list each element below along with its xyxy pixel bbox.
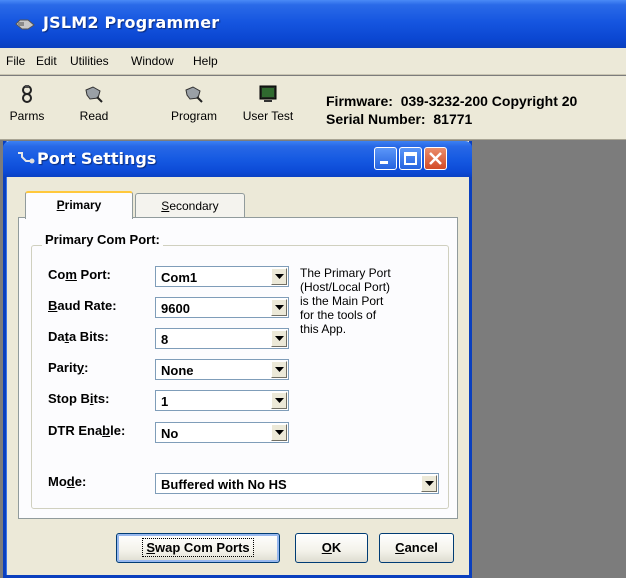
mode-dropdown-button[interactable] <box>421 475 437 492</box>
parity-label: Parity: <box>48 360 89 375</box>
group-title: Primary Com Port: <box>42 232 163 247</box>
parms-label: Parms <box>9 109 45 123</box>
read-button[interactable]: Read <box>74 80 114 136</box>
data-bits-label: Data Bits: <box>48 329 109 344</box>
read-label: Read <box>79 109 109 123</box>
user-test-label: User Test <box>242 109 294 123</box>
program-label: Program <box>170 109 217 123</box>
chevron-down-icon <box>275 367 284 372</box>
menu-edit[interactable]: Edit <box>36 54 57 68</box>
minimize-icon <box>380 161 388 164</box>
cancel-button[interactable]: Cancel <box>379 533 454 563</box>
dialog-title: Port Settings <box>37 149 157 168</box>
firmware-value: 039-3232-200 Copyright 20 <box>400 93 578 109</box>
firmware-label: Firmware: <box>326 93 393 109</box>
parms-button[interactable]: Parms <box>2 80 52 136</box>
dtr-enable-dropdown-button[interactable] <box>271 424 287 441</box>
help-line: this App. <box>300 322 347 336</box>
help-line: for the tools of <box>300 308 377 322</box>
stop-bits-select[interactable]: 1 <box>155 390 289 411</box>
swap-com-ports-button[interactable]: Swap Com Ports <box>116 533 280 563</box>
parity-select[interactable]: None <box>155 359 289 380</box>
serial-value: 81771 <box>433 111 473 127</box>
menu-utilities[interactable]: Utilities <box>70 54 109 68</box>
chevron-down-icon <box>275 274 284 279</box>
app-titlebar[interactable]: JSLM2 Programmer <box>0 0 626 48</box>
mode-value: Buffered with No HS <box>161 477 287 492</box>
chevron-down-icon <box>275 430 284 435</box>
help-line: The Primary Port <box>300 266 391 280</box>
baud-rate-value: 9600 <box>161 301 190 316</box>
chevron-down-icon <box>425 481 434 486</box>
com-port-dropdown-button[interactable] <box>271 268 287 285</box>
menu-bar: File Edit Utilities Window Help <box>0 48 626 75</box>
port-settings-icon <box>18 152 35 164</box>
maximize-button[interactable] <box>399 147 422 170</box>
baud-rate-select[interactable]: 9600 <box>155 297 289 318</box>
dtr-enable-value: No <box>161 426 179 441</box>
tab-secondary[interactable]: Secondary <box>135 193 245 218</box>
chevron-down-icon <box>275 336 284 341</box>
tab-primary[interactable]: Primary <box>25 191 133 219</box>
menu-window[interactable]: Window <box>131 54 174 68</box>
com-port-select[interactable]: Com1 <box>155 266 289 287</box>
data-bits-value: 8 <box>161 332 169 347</box>
cancel-label: Cancel <box>395 540 438 555</box>
serial-row: Serial Number: 81771 <box>326 111 472 127</box>
baud-rate-label: Baud Rate: <box>48 298 117 313</box>
stop-bits-value: 1 <box>161 394 169 409</box>
maximize-icon <box>404 152 417 165</box>
menu-file[interactable]: File <box>6 54 25 68</box>
read-icon <box>85 86 103 103</box>
baud-rate-dropdown-button[interactable] <box>271 299 287 316</box>
program-icon <box>185 86 203 103</box>
tab-primary-label: Primary <box>56 198 102 212</box>
data-bits-select[interactable]: 8 <box>155 328 289 349</box>
swap-com-ports-label: Swap Com Ports <box>142 538 254 557</box>
ok-label: OK <box>321 540 342 555</box>
mode-label: Mode: <box>48 474 87 489</box>
close-button[interactable] <box>424 147 447 170</box>
com-port-label: Com Port: <box>48 267 111 282</box>
ok-button[interactable]: OK <box>295 533 368 563</box>
app-title: JSLM2 Programmer <box>43 13 220 32</box>
chevron-down-icon <box>275 305 284 310</box>
serial-label: Serial Number: <box>326 111 426 127</box>
close-icon <box>429 152 442 165</box>
stop-bits-label: Stop Bits: <box>48 391 110 406</box>
tab-secondary-label: Secondary <box>161 199 219 213</box>
parity-dropdown-button[interactable] <box>271 361 287 378</box>
dtr-enable-label: DTR Enable: <box>48 423 126 438</box>
app-icon <box>15 19 35 30</box>
program-button[interactable]: Program <box>163 80 225 136</box>
dtr-enable-select[interactable]: No <box>155 422 289 443</box>
user-test-icon <box>259 85 277 102</box>
help-line: (Host/Local Port) <box>300 280 391 294</box>
dialog-titlebar[interactable]: Port Settings <box>3 141 472 177</box>
user-test-button[interactable]: User Test <box>233 80 303 136</box>
minimize-button[interactable] <box>374 147 397 170</box>
menu-help[interactable]: Help <box>193 54 218 68</box>
parity-value: None <box>161 363 194 378</box>
data-bits-dropdown-button[interactable] <box>271 330 287 347</box>
help-line: is the Main Port <box>300 294 384 308</box>
help-text: The Primary Port (Host/Local Port) is th… <box>300 266 430 336</box>
chevron-down-icon <box>275 398 284 403</box>
mode-select[interactable]: Buffered with No HS <box>155 473 439 494</box>
parms-icon <box>22 85 32 103</box>
firmware-row: Firmware: 039-3232-200 Copyright 20 <box>326 93 577 109</box>
stop-bits-dropdown-button[interactable] <box>271 392 287 409</box>
com-port-value: Com1 <box>161 270 198 285</box>
